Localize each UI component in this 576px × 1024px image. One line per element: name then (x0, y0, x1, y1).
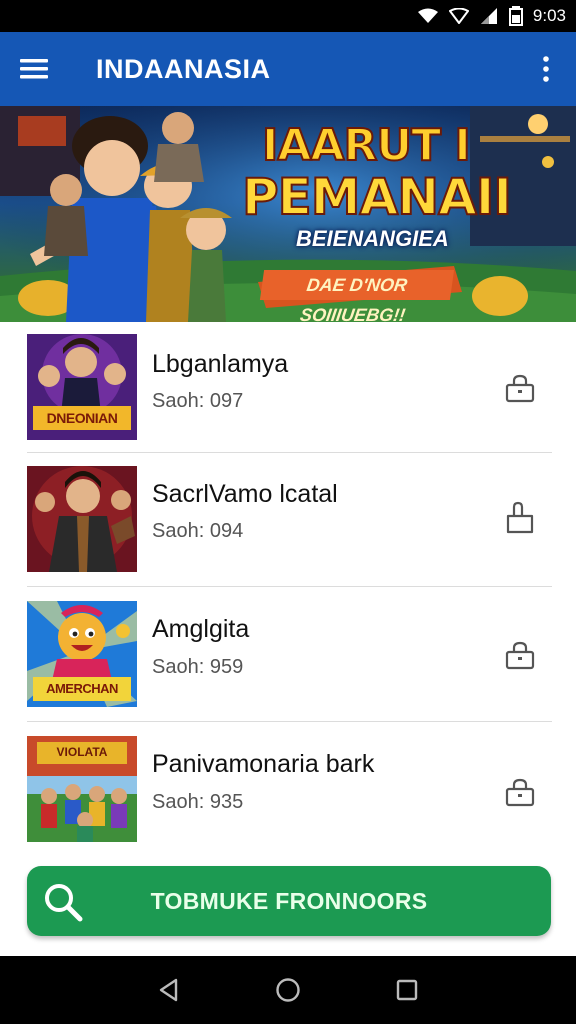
game-subtitle: Saoh: 959 (152, 656, 244, 678)
banner-subtitle: BEIENANGIEA (296, 226, 449, 251)
game-subtitle: Saoh: 935 (152, 791, 244, 813)
lock-button[interactable] (500, 772, 540, 812)
thumbnail-label: VIOLATA (56, 745, 108, 759)
back-triangle-icon (160, 978, 178, 1002)
list-item[interactable]: AMERCHAN Amglgita Saoh: 959 (0, 588, 576, 722)
game-title: SacrlVamo lcatal (152, 480, 338, 508)
search-button-label: TOBMUKE FRONNOORS (150, 887, 428, 914)
game-subtitle: Saoh: 094 (152, 520, 244, 542)
banner-tagline: DAE D'NOR SOIIIUEBG!! (259, 270, 455, 322)
game-title: Lbganlamya (152, 350, 289, 378)
recents-square-icon (396, 979, 417, 1001)
list-item[interactable]: DNEONIAN Lbganlamya Saoh: 097 (0, 322, 576, 453)
game-list: DNEONIAN Lbganlamya Saoh: 097 SacrlVamo … (0, 322, 576, 852)
search-button[interactable]: TOBMUKE FRONNOORS (27, 866, 551, 936)
game-title: Panivamonaria bark (152, 750, 375, 778)
list-item[interactable]: SacrlVamo lcatal Saoh: 094 (0, 453, 576, 588)
back-button[interactable] (149, 970, 189, 1010)
lock-icon (505, 778, 535, 807)
featured-banner[interactable]: IAARUT I PEMANAII BEIENANGIEA DAE D'NOR … (0, 106, 576, 322)
more-vert-icon (543, 56, 549, 82)
banner-title-line1: IAARUT I (261, 119, 472, 172)
game-title: Amglgita (152, 615, 250, 643)
cell-signal-icon (479, 7, 499, 25)
banner-title-line2: PEMANAII (241, 167, 513, 227)
status-bar: 9:03 (0, 0, 576, 32)
lock-button[interactable] (500, 635, 540, 675)
signal-outline-icon (448, 8, 469, 24)
game-subtitle: Saoh: 097 (152, 390, 244, 412)
thumbnail-label: AMERCHAN (46, 681, 118, 696)
game-thumbnail: VIOLATA (27, 736, 137, 842)
hamburger-menu-icon (20, 59, 48, 79)
status-time: 9:03 (532, 6, 566, 25)
app-bar: INDAANASIA (0, 32, 576, 106)
recents-button[interactable] (387, 970, 427, 1010)
home-circle-icon (276, 978, 300, 1002)
divider (27, 586, 552, 587)
battery-icon (508, 6, 523, 26)
menu-button[interactable] (20, 49, 60, 89)
lock-button[interactable] (500, 368, 540, 408)
system-nav-bar (0, 956, 576, 1024)
list-item[interactable]: VIOLATA Panivamonaria bark Saoh: 935 (0, 722, 576, 852)
wifi-icon (417, 8, 439, 24)
lock-icon (505, 641, 535, 670)
app-title: INDAANASIA (96, 53, 271, 84)
game-thumbnail: DNEONIAN (27, 334, 137, 440)
lock-icon (505, 374, 535, 403)
game-thumbnail: AMERCHAN (27, 601, 137, 707)
thumbnail-label: DNEONIAN (46, 410, 118, 426)
home-button[interactable] (268, 970, 308, 1010)
game-thumbnail (27, 466, 137, 572)
unlock-icon (506, 501, 534, 534)
unlock-button[interactable] (500, 498, 540, 538)
overflow-menu-button[interactable] (536, 49, 556, 89)
